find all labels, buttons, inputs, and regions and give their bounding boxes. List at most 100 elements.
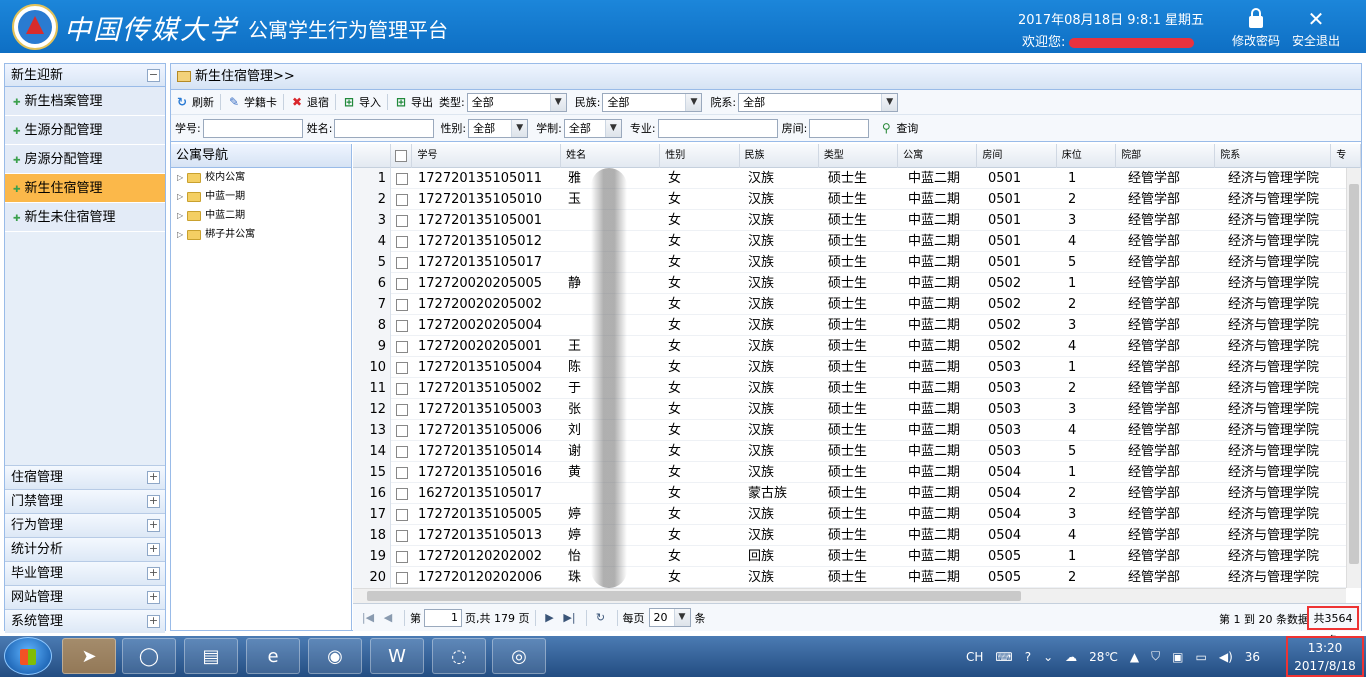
horizontal-scrollbar[interactable] [353,588,1346,603]
scroll-thumb[interactable] [1349,184,1359,564]
table-row[interactable]: 4 172720135105012 女 汉族 硕士生 中蓝二期 0501 4 经管学部 经济与管理… [353,231,1346,252]
start-button[interactable] [4,637,52,675]
column-header[interactable]: 类型 [819,144,899,168]
row-checkbox[interactable] [396,361,408,374]
table-row[interactable]: 5 172720135105017 女 汉族 硕士生 中蓝二期 0501 5 经管学部 经济与管理… [353,252,1346,273]
export-button[interactable]: ⊞ 导出 [394,94,433,110]
column-header[interactable]: 性别 [660,144,740,168]
room-input[interactable] [809,118,870,138]
import-button[interactable]: ⊞ 导入 [342,94,381,110]
table-row[interactable]: 12 172720135105003 张女汉族 硕士生 中蓝二期 0503 3 经管学部 经济与… [353,399,1346,420]
table-row[interactable]: 20 172720120202006 珠女汉族 硕士生 中蓝二期 0505 2 经管学部 经济与… [353,567,1346,588]
row-checkbox[interactable] [396,319,408,332]
expand-icon[interactable]: + [147,567,160,580]
student-id-input[interactable] [202,118,303,138]
column-header[interactable]: 民族 [740,144,819,168]
expand-arrow-icon[interactable]: ▷ [177,225,183,244]
badge-36[interactable]: 36 [1245,650,1260,664]
ethnic-select[interactable]: 全部 ▼ [602,92,703,112]
table-row[interactable]: 9 172720020205001 王女汉族 硕士生 中蓝二期 0502 4 经管学部 经济与管… [353,336,1346,357]
row-checkbox[interactable] [396,571,408,584]
sidebar-item[interactable]: ✚ 新生档案管理 [5,87,165,116]
column-header[interactable]: 公寓 [898,144,978,168]
refresh-button[interactable]: ↻ 刷新 [175,94,214,110]
column-header[interactable]: 姓名 [561,144,661,168]
table-row[interactable]: 16 162720135105017 女 蒙古族 硕士生 中蓝二期 0504 2 经管学部 经济与… [353,483,1346,504]
table-row[interactable]: 11 172720135105002 于女汉族 硕士生 中蓝二期 0503 2 经管学部 经济与… [353,378,1346,399]
expand-icon[interactable]: + [147,615,160,628]
tree-node[interactable]: ▷ 中蓝一期 [171,187,351,206]
shield-icon[interactable]: ⛉ [1151,649,1160,664]
table-row[interactable]: 7 172720020205002 女 汉族 硕士生 中蓝二期 0502 2 经管学部 经济与管理… [353,294,1346,315]
row-checkbox[interactable] [396,277,408,290]
table-row[interactable]: 8 172720020205004 女 汉族 硕士生 中蓝二期 0502 3 经管学部 经济与管理… [353,315,1346,336]
expand-icon[interactable]: + [147,543,160,556]
table-row[interactable]: 2 172720135105010 玉女汉族 硕士生 中蓝二期 0501 2 经管学部 经济与管… [353,189,1346,210]
table-row[interactable]: 3 172720135105001 女 汉族 硕士生 中蓝二期 0501 3 经管学部 经济与管理… [353,210,1346,231]
help-icon[interactable]: ? [1025,650,1031,664]
table-row[interactable]: 14 172720135105014 谢女汉族 硕士生 中蓝二期 0503 5 经管学部 经济与… [353,441,1346,462]
row-checkbox[interactable] [396,487,408,500]
sidebar-item[interactable]: ✚ 生源分配管理 [5,116,165,145]
row-checkbox[interactable] [396,193,408,206]
row-checkbox[interactable] [396,382,408,395]
gender-select[interactable]: 全部 ▼ [468,118,529,138]
tree-node[interactable]: ▷ 梆子井公寓 [171,225,351,244]
sidebar-item[interactable]: ✚ 新生住宿管理 [5,174,165,203]
student-card-button[interactable]: ✎ 学籍卡 [227,94,277,110]
table-row[interactable]: 17 172720135105005 婷女汉族 硕士生 中蓝二期 0504 3 经管学部 经济与… [353,504,1346,525]
column-header[interactable]: 院系 [1215,144,1332,168]
row-checkbox[interactable] [396,529,408,542]
media-app-icon[interactable]: ➤ [62,638,116,674]
wechat-icon[interactable]: ◌ [432,638,486,674]
row-checkbox[interactable] [396,340,408,353]
prev-page-button[interactable]: ◀ [379,611,397,624]
vertical-scrollbar[interactable] [1346,168,1361,588]
expand-arrow-icon[interactable]: ▷ [177,168,183,187]
table-row[interactable]: 6 172720020205005 静女汉族 硕士生 中蓝二期 0502 1 经管学部 经济与管… [353,273,1346,294]
last-page-button[interactable]: ▶| [561,611,579,624]
page-size-select[interactable]: 20 ▼ [648,608,691,627]
accordion-section[interactable]: 系统管理 + [5,609,165,633]
change-password-button[interactable]: 修改密码 [1228,6,1284,49]
table-row[interactable]: 10 172720135105004 陈女汉族 硕士生 中蓝二期 0503 1 经管学部 经济与… [353,357,1346,378]
name-input[interactable] [334,118,435,138]
tree-node[interactable]: ▷ 校内公寓 [171,168,351,187]
row-checkbox[interactable] [396,235,408,248]
row-checkbox[interactable] [396,550,408,563]
file-explorer-icon[interactable]: ▤ [184,638,238,674]
select-all-checkbox[interactable] [395,150,408,162]
table-row[interactable]: 19 172720120202002 怡女回族 硕士生 中蓝二期 0505 1 经管学部 经济与… [353,546,1346,567]
major-input[interactable] [657,118,778,138]
accordion-section[interactable]: 住宿管理 + [5,465,165,489]
expand-arrow-icon[interactable]: ▷ [177,206,183,225]
row-checkbox[interactable] [396,445,408,458]
viewer-app-icon[interactable]: ◎ [492,638,546,674]
next-page-button[interactable]: ▶ [541,611,559,624]
tray-expand-icon[interactable]: ⌄ [1043,650,1053,664]
accordion-section[interactable]: 门禁管理 + [5,489,165,513]
accordion-section[interactable]: 行为管理 + [5,513,165,537]
row-checkbox[interactable] [396,298,408,311]
chat-app-icon[interactable]: ◯ [122,638,176,674]
volume-icon[interactable]: ◀) [1219,650,1233,664]
action-center-icon[interactable]: ▭ [1196,650,1207,664]
row-checkbox[interactable] [396,214,408,227]
table-row[interactable]: 1 172720135105011 雅女汉族 硕士生 中蓝二期 0501 1 经管学部 经济与管… [353,168,1346,189]
collapse-icon[interactable]: − [147,69,160,82]
column-header[interactable]: 床位 [1057,144,1117,168]
accordion-section[interactable]: 统计分析 + [5,537,165,561]
system-clock[interactable]: 13:20 2017/8/18 [1286,636,1364,677]
word-icon[interactable]: W [370,638,424,674]
column-header[interactable]: 专 [1331,144,1361,168]
expand-arrow-icon[interactable]: ▷ [177,187,183,206]
row-checkbox[interactable] [396,172,408,185]
scroll-thumb[interactable] [367,591,1021,601]
keyboard-icon[interactable]: ⌨ [995,650,1012,664]
study-system-select[interactable]: 全部 ▼ [563,118,622,138]
query-button[interactable]: ⚲ 查询 [879,120,918,136]
row-checkbox[interactable] [396,403,408,416]
college-select[interactable]: 全部 ▼ [738,92,899,112]
row-checkbox[interactable] [396,508,408,521]
page-number-input[interactable]: 1 [424,608,462,627]
